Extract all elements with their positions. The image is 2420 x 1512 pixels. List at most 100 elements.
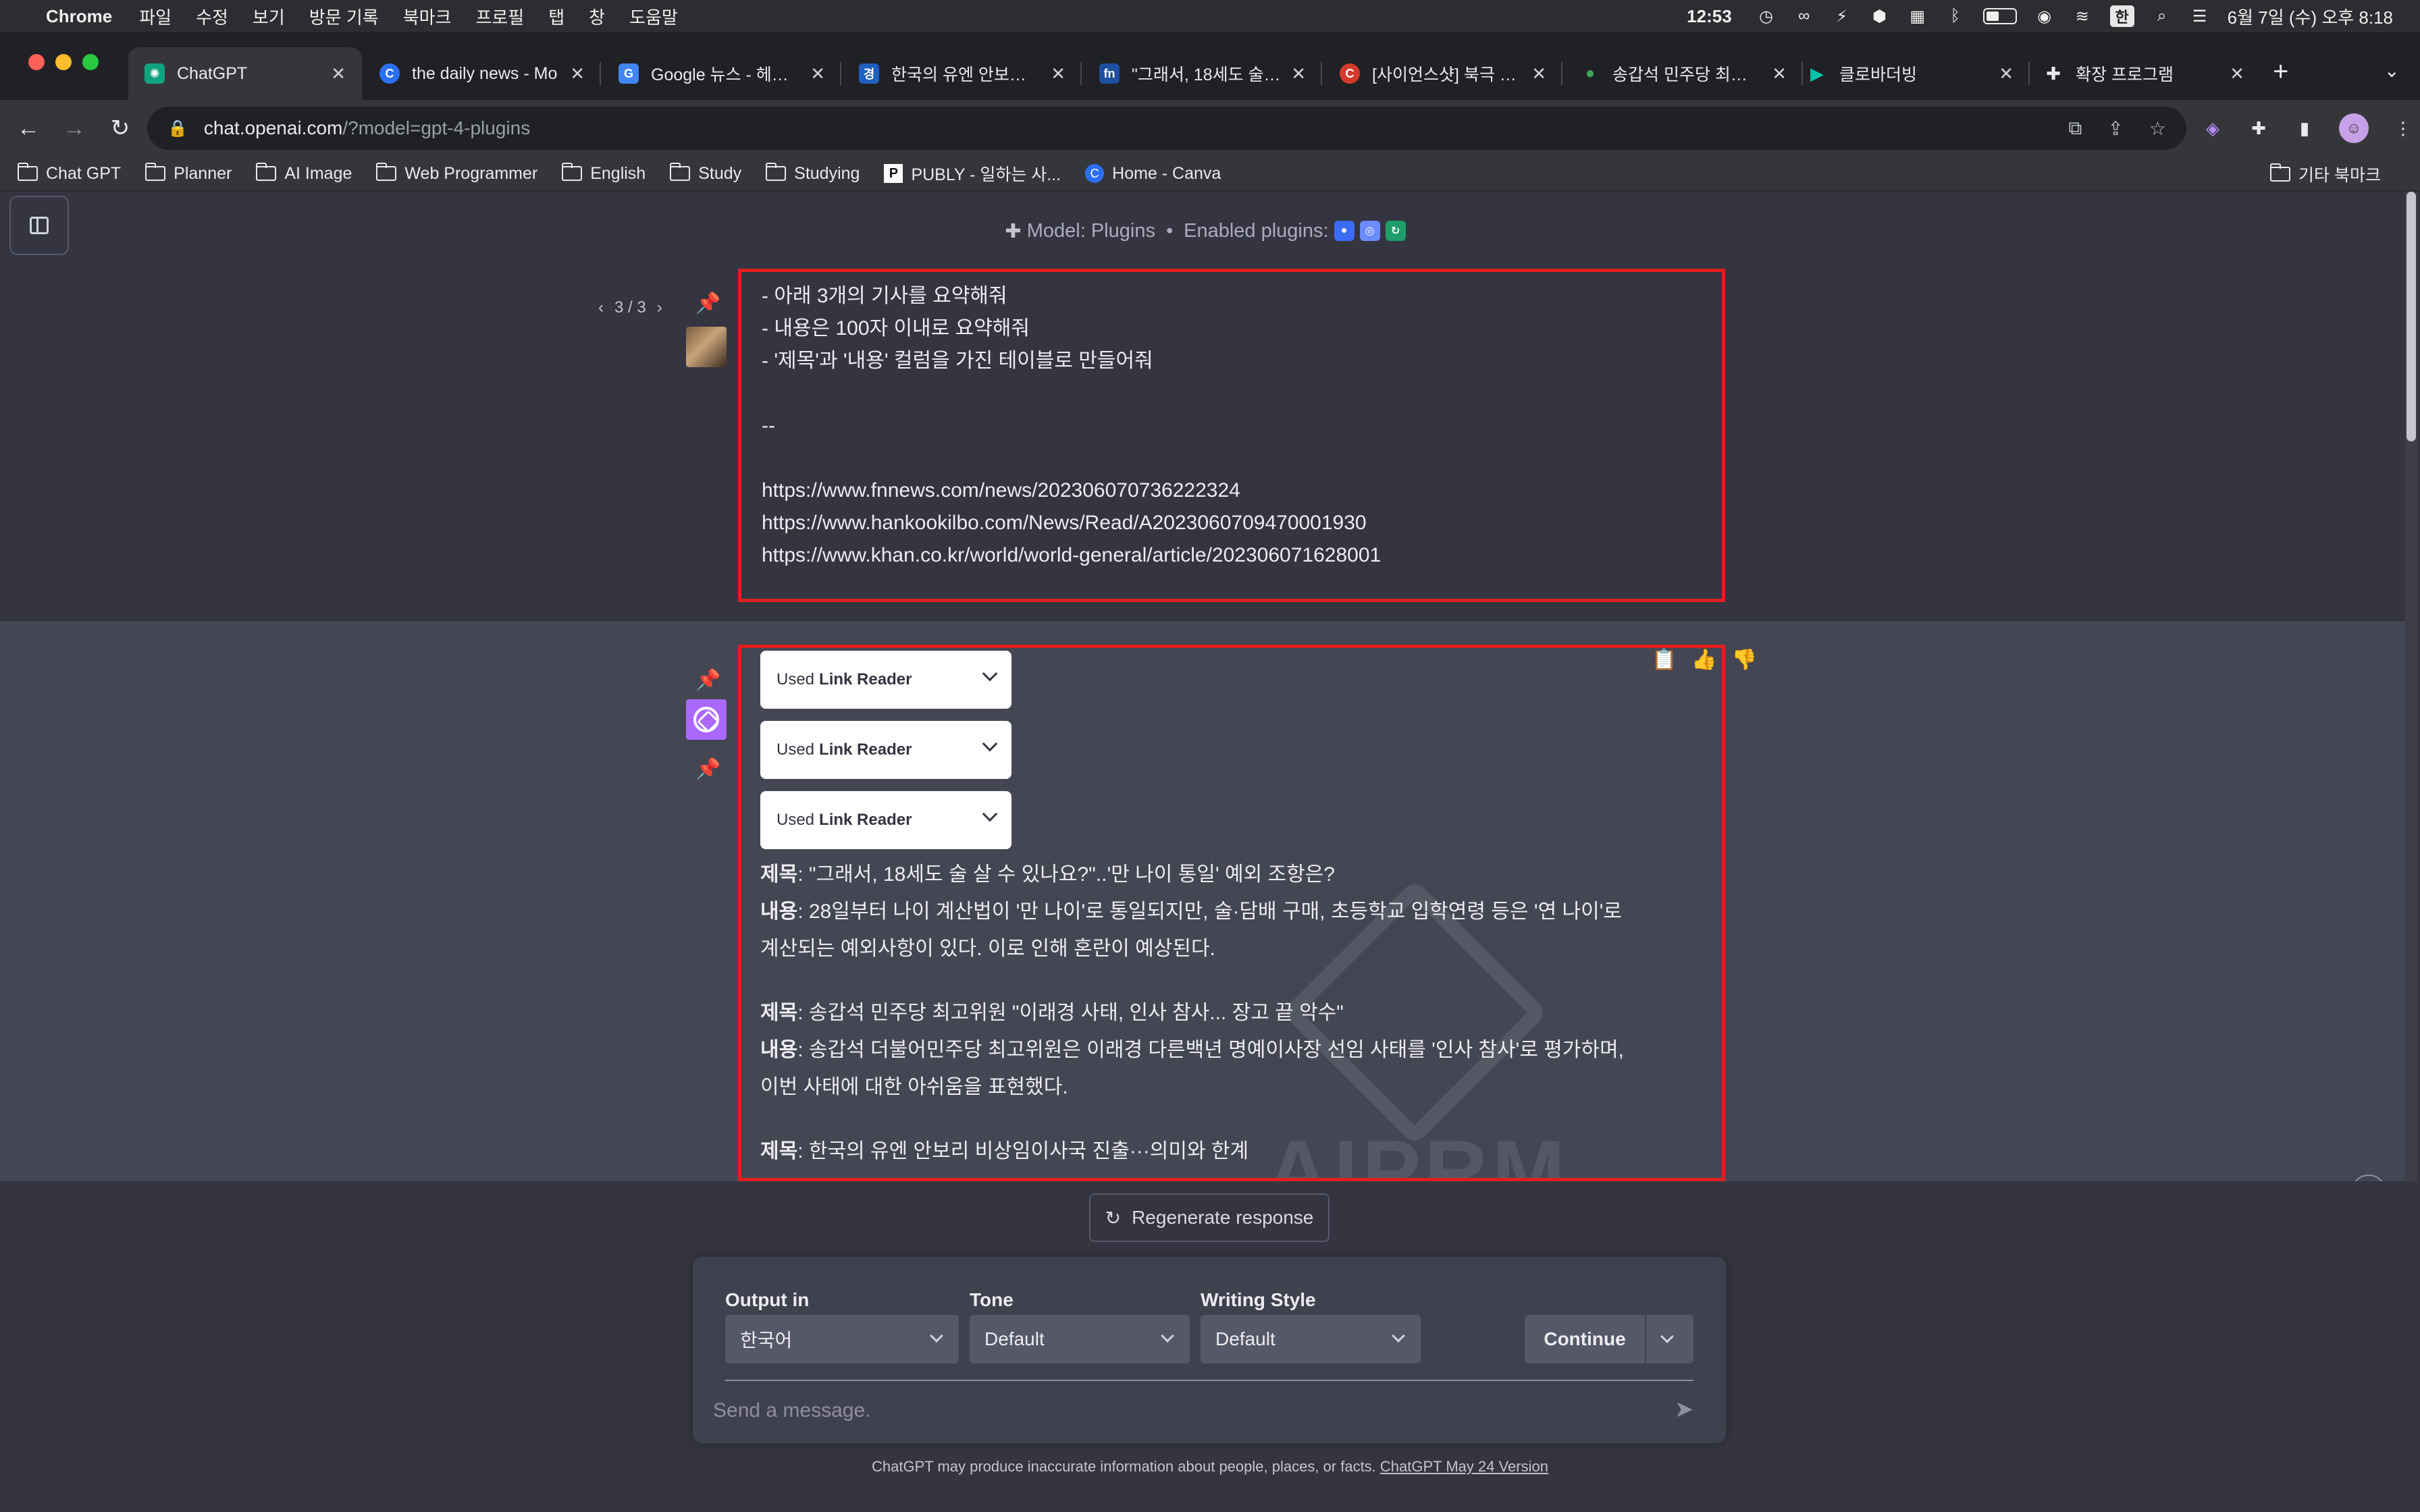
- menu-window[interactable]: 창: [589, 4, 605, 29]
- timer-icon[interactable]: ◷: [1756, 6, 1777, 26]
- bookmark-folder-ai-image[interactable]: AI Image: [256, 163, 352, 184]
- close-tab-icon[interactable]: ✕: [1772, 63, 1787, 84]
- menubar-app-name[interactable]: Chrome: [46, 6, 112, 27]
- plugin-icon[interactable]: ●: [1334, 221, 1354, 241]
- bluetooth-icon[interactable]: ᛒ: [1945, 6, 1966, 26]
- tab-daily-news[interactable]: C the daily news - Mo ✕: [363, 47, 601, 100]
- tab-chatgpt[interactable]: ✺ ChatGPT ✕: [128, 47, 362, 100]
- bookmark-folder-web-programmer[interactable]: Web Programmer: [376, 163, 537, 184]
- tab-extensions[interactable]: ✚ 확장 프로그램 ✕: [2027, 47, 2261, 100]
- pager-count: 3 / 3: [614, 298, 646, 317]
- continue-options-chevron-icon[interactable]: [1660, 1330, 1674, 1343]
- back-arrow-icon[interactable]: ←: [11, 111, 46, 146]
- menu-history[interactable]: 방문 기록: [309, 4, 379, 29]
- menubar-datetime[interactable]: 6월 7일 (수) 오후 8:18: [2228, 4, 2393, 29]
- tone-select[interactable]: Default: [970, 1315, 1190, 1364]
- spotlight-search-icon[interactable]: ⌕: [2152, 6, 2172, 26]
- tab-khan-article[interactable]: 경 한국의 유엔 안보리 비상 ✕: [843, 47, 1082, 100]
- pin-icon[interactable]: 📌: [695, 757, 720, 781]
- thumbs-up-icon[interactable]: 👍: [1691, 648, 1716, 672]
- bookmark-folder-other[interactable]: 기타 북마크: [2270, 157, 2381, 192]
- share-icon[interactable]: ⇪: [2107, 117, 2123, 140]
- copy-icon[interactable]: 📋: [1652, 648, 1677, 672]
- message-input[interactable]: [713, 1389, 1658, 1432]
- shield-icon[interactable]: ⬢: [1870, 6, 1890, 26]
- close-tab-icon[interactable]: ✕: [1531, 63, 1546, 84]
- menu-tab[interactable]: 탭: [548, 4, 564, 29]
- bookmark-canva[interactable]: C Home - Canva: [1085, 164, 1221, 184]
- tab-google-news[interactable]: G Google 뉴스 - 헤드라 ✕: [602, 47, 841, 100]
- close-tab-icon[interactable]: ✕: [2230, 63, 2244, 84]
- output-language-select[interactable]: 한국어: [725, 1315, 959, 1364]
- close-window-button[interactable]: [28, 54, 45, 70]
- send-icon[interactable]: ➤: [1675, 1396, 1694, 1423]
- profile-avatar[interactable]: ☺: [2339, 113, 2369, 143]
- close-tab-icon[interactable]: ✕: [570, 63, 585, 84]
- regenerate-response-button[interactable]: ↻ Regenerate response: [1089, 1193, 1330, 1242]
- sidebar-toggle-button[interactable]: [9, 196, 69, 255]
- tab-fnnews-article[interactable]: fn "그래서, 18세도 술 살 ✕: [1083, 47, 1322, 100]
- lock-icon[interactable]: 🔒: [167, 119, 188, 138]
- summary-title: : 송갑석 민주당 최고위원 "이래경 사태, 인사 참사... 장고 끝 악수…: [797, 1002, 1344, 1024]
- bookmark-folder-studying[interactable]: Studying: [766, 163, 860, 184]
- user-icon[interactable]: ◉: [2034, 6, 2055, 26]
- scrollbar-thumb[interactable]: [2406, 192, 2416, 441]
- forward-arrow-icon[interactable]: →: [57, 111, 92, 146]
- grid-icon[interactable]: ▦: [1908, 6, 1928, 26]
- minimize-window-button[interactable]: [55, 54, 72, 70]
- close-tab-icon[interactable]: ✕: [1291, 63, 1306, 84]
- close-tab-icon[interactable]: ✕: [1999, 63, 2014, 84]
- used-link-reader-button[interactable]: Used Link Reader: [760, 791, 1011, 849]
- close-tab-icon[interactable]: ✕: [810, 63, 825, 84]
- plugin-icon[interactable]: ↻: [1385, 221, 1406, 241]
- next-version-icon[interactable]: ›: [657, 298, 662, 317]
- menu-file[interactable]: 파일: [139, 4, 172, 29]
- version-link[interactable]: ChatGPT May 24 Version: [1380, 1458, 1548, 1475]
- thumbs-down-icon[interactable]: 👎: [1732, 648, 1757, 672]
- extension-icon[interactable]: ◈: [2201, 117, 2224, 140]
- tab-science-shot[interactable]: C [사이언스샷] 북극 온난 ✕: [1323, 47, 1562, 100]
- more-menu-icon[interactable]: ⋮: [2392, 117, 2415, 140]
- pin-icon[interactable]: 📌: [695, 292, 720, 315]
- reload-icon[interactable]: ↻: [103, 111, 138, 146]
- wifi-icon[interactable]: ≋: [2072, 6, 2093, 26]
- bookmark-folder-chat-gpt[interactable]: Chat GPT: [18, 163, 121, 184]
- bookmark-folder-study[interactable]: Study: [670, 163, 741, 184]
- new-tab-icon[interactable]: +: [2273, 57, 2288, 87]
- close-tab-icon[interactable]: ✕: [331, 63, 346, 84]
- translate-icon[interactable]: ⧉: [2068, 117, 2082, 140]
- bookmark-publy[interactable]: P PUBLY - 일하는 사...: [884, 161, 1061, 186]
- zoom-window-button[interactable]: [82, 54, 99, 70]
- used-link-reader-button[interactable]: Used Link Reader: [760, 651, 1011, 709]
- battery-icon[interactable]: [1982, 8, 2017, 24]
- bolt-icon[interactable]: ⚡: [1832, 6, 1852, 26]
- used-link-reader-button[interactable]: Used Link Reader: [760, 721, 1011, 779]
- extensions-puzzle-icon[interactable]: ✚: [2247, 117, 2270, 140]
- menu-edit[interactable]: 수정: [196, 4, 228, 29]
- plugin-icon[interactable]: ◎: [1359, 221, 1380, 241]
- continue-label: Continue: [1544, 1328, 1626, 1349]
- writing-style-select[interactable]: Default: [1201, 1315, 1421, 1364]
- address-bar[interactable]: 🔒 chat.openai.com/?model=gpt-4-plugins ⧉…: [147, 107, 2186, 150]
- menu-profiles[interactable]: 프로필: [475, 4, 524, 29]
- bookmark-folder-planner[interactable]: Planner: [145, 163, 232, 184]
- bookmark-folder-english[interactable]: English: [562, 163, 646, 184]
- pin-icon[interactable]: 📌: [695, 668, 720, 692]
- page-scrollbar[interactable]: [2405, 192, 2417, 1191]
- creative-cloud-icon[interactable]: ∞: [1794, 6, 1814, 26]
- side-panel-icon[interactable]: ▮: [2293, 117, 2316, 140]
- prev-version-icon[interactable]: ‹: [598, 298, 604, 317]
- continue-button[interactable]: Continue: [1525, 1315, 1693, 1364]
- control-center-icon[interactable]: ☰: [2190, 6, 2210, 26]
- menu-bookmarks[interactable]: 북마크: [403, 4, 452, 29]
- close-tab-icon[interactable]: ✕: [1051, 63, 1066, 84]
- menu-view[interactable]: 보기: [253, 4, 285, 29]
- input-method-icon[interactable]: 한: [2109, 5, 2134, 27]
- menu-help[interactable]: 도움말: [629, 4, 678, 29]
- timer-clock[interactable]: 12:53: [1687, 6, 1732, 27]
- tab-hankook-article[interactable]: ● 송갑석 민주당 최고위원 ✕: [1564, 47, 1803, 100]
- bookmark-star-icon[interactable]: ☆: [2149, 117, 2166, 140]
- tab-clova-dubbing[interactable]: ▶ 클로바더빙 ✕: [1791, 47, 2030, 100]
- model-bar: ✚ Model: Plugins • Enabled plugins: ● ◎ …: [0, 192, 2411, 270]
- tab-search-chevron-icon[interactable]: ⌄: [2384, 59, 2400, 82]
